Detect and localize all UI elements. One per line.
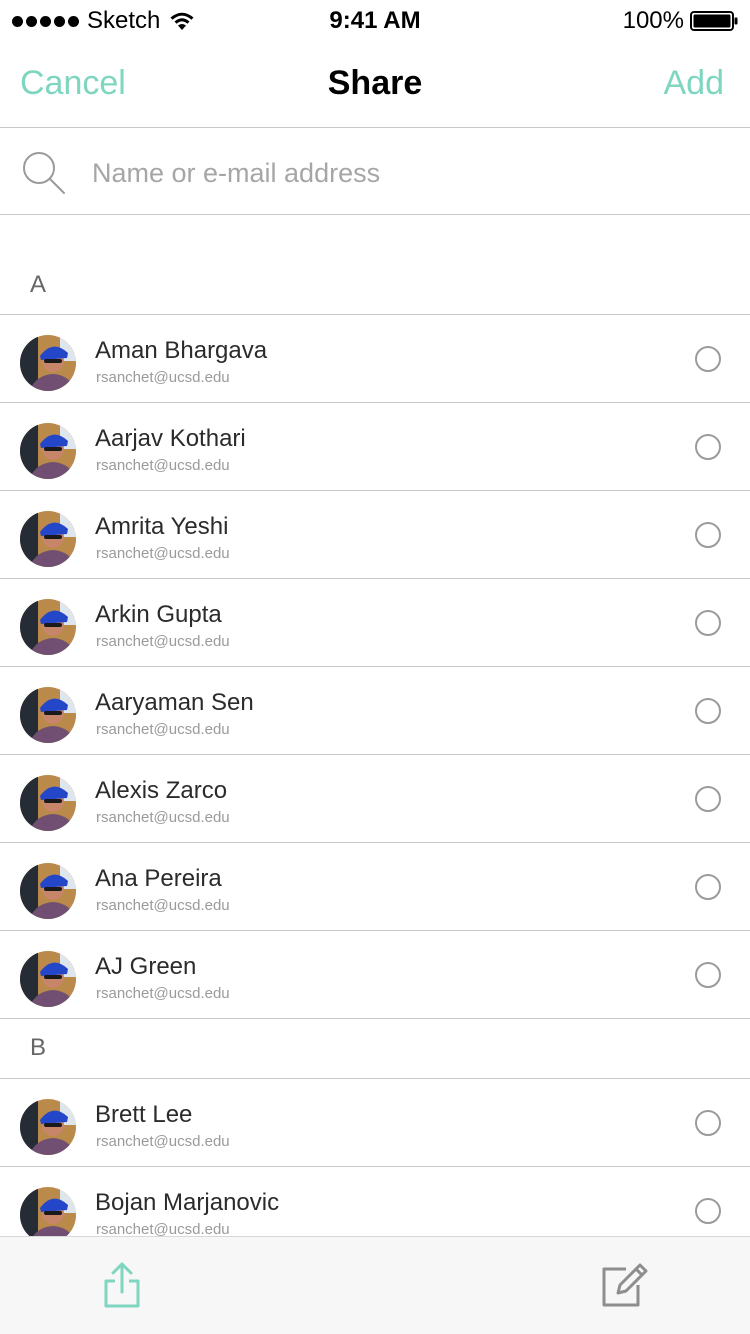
search-icon <box>23 152 65 194</box>
section-header-a: A <box>0 216 750 315</box>
section-letter: B <box>30 1034 47 1061</box>
battery-icon <box>690 11 738 31</box>
contact-email: rsanchet@ucsd.edu <box>96 545 230 562</box>
contact-row[interactable]: Amrita Yeshi rsanchet@ucsd.edu <box>0 491 750 579</box>
compose-icon[interactable] <box>600 1263 648 1309</box>
contact-name: Brett Lee <box>95 1101 193 1128</box>
contact-row[interactable]: Brett Lee rsanchet@ucsd.edu <box>0 1079 750 1167</box>
avatar <box>20 335 76 391</box>
contact-name: Alexis Zarco <box>95 777 228 804</box>
contact-email: rsanchet@ucsd.edu <box>96 1221 230 1236</box>
select-radio[interactable] <box>695 1198 721 1224</box>
avatar <box>20 775 76 831</box>
battery-percentage: 100% <box>622 7 684 34</box>
select-radio[interactable] <box>695 962 721 988</box>
contact-row[interactable]: AJ Green rsanchet@ucsd.edu <box>0 931 750 1019</box>
section-header-b: B <box>0 1019 750 1079</box>
select-radio[interactable] <box>695 786 721 812</box>
contact-email: rsanchet@ucsd.edu <box>96 985 230 1002</box>
contact-name: Arkin Gupta <box>95 601 222 628</box>
contact-email: rsanchet@ucsd.edu <box>96 633 230 650</box>
contact-row[interactable]: Aaryaman Sen rsanchet@ucsd.edu <box>0 667 750 755</box>
contact-name: Amrita Yeshi <box>95 513 229 540</box>
contact-email: rsanchet@ucsd.edu <box>96 457 230 474</box>
section-letter: A <box>30 271 47 298</box>
avatar <box>20 511 76 567</box>
contact-email: rsanchet@ucsd.edu <box>96 369 230 386</box>
avatar <box>20 863 76 919</box>
avatar <box>20 599 76 655</box>
contact-email: rsanchet@ucsd.edu <box>96 721 230 738</box>
contact-name: Bojan Marjanovic <box>95 1189 280 1216</box>
search-bar <box>0 129 750 215</box>
avatar <box>20 423 76 479</box>
contact-row[interactable]: Aarjav Kothari rsanchet@ucsd.edu <box>0 403 750 491</box>
contact-row[interactable]: Alexis Zarco rsanchet@ucsd.edu <box>0 755 750 843</box>
select-radio[interactable] <box>695 698 721 724</box>
contact-name: Aarjav Kothari <box>95 425 246 452</box>
contact-email: rsanchet@ucsd.edu <box>96 1133 230 1150</box>
select-radio[interactable] <box>695 346 721 372</box>
contact-name: Ana Pereira <box>95 865 222 892</box>
contact-name: Aaryaman Sen <box>95 689 254 716</box>
status-bar: Sketch 9:41 AM 100% <box>0 0 750 40</box>
contact-row[interactable]: Arkin Gupta rsanchet@ucsd.edu <box>0 579 750 667</box>
contact-name: AJ Green <box>95 953 197 980</box>
select-radio[interactable] <box>695 522 721 548</box>
select-radio[interactable] <box>695 1110 721 1136</box>
contact-row[interactable]: Aman Bhargava rsanchet@ucsd.edu <box>0 315 750 403</box>
contact-row[interactable]: Ana Pereira rsanchet@ucsd.edu <box>0 843 750 931</box>
search-input[interactable] <box>92 151 712 195</box>
select-radio[interactable] <box>695 610 721 636</box>
select-radio[interactable] <box>695 434 721 460</box>
avatar <box>20 951 76 1007</box>
contact-email: rsanchet@ucsd.edu <box>96 809 230 826</box>
status-right: 100% <box>623 6 738 36</box>
avatar <box>20 687 76 743</box>
contact-list[interactable]: A Aman Bhargava rsanchet@ucsd.edu Aarjav… <box>0 216 750 1236</box>
add-button[interactable]: Add <box>664 64 725 103</box>
contact-row[interactable]: Bojan Marjanovic rsanchet@ucsd.edu <box>0 1167 750 1236</box>
contact-name: Aman Bhargava <box>95 337 268 364</box>
select-radio[interactable] <box>695 874 721 900</box>
navigation-bar: Cancel Share Add <box>0 40 750 128</box>
share-icon[interactable] <box>102 1261 142 1309</box>
avatar <box>20 1187 76 1236</box>
avatar <box>20 1099 76 1155</box>
cancel-button[interactable]: Cancel <box>20 64 126 103</box>
bottom-toolbar <box>0 1236 750 1334</box>
contact-email: rsanchet@ucsd.edu <box>96 897 230 914</box>
